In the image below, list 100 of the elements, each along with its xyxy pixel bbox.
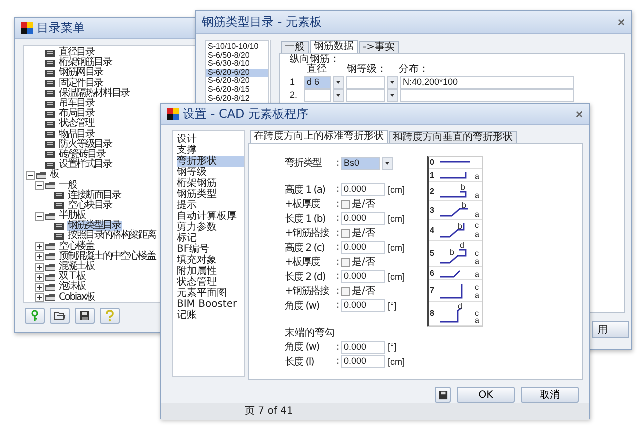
category-item[interactable]: 自动计算板厚 — [177, 211, 244, 222]
field-label: +板厚度 — [285, 198, 322, 212]
tree-item[interactable]: 设置样式目录 — [58, 160, 113, 170]
list-item[interactable]: S-6/50-8/20 — [206, 52, 268, 60]
ok-button[interactable]: OK — [457, 387, 515, 403]
list-item[interactable]: S-6/30-8/10 — [206, 60, 268, 69]
tab[interactable]: 一般 — [281, 41, 309, 53]
expand-icon[interactable] — [35, 252, 44, 262]
book-icon — [45, 140, 56, 150]
tree-item[interactable]: 泡沫板 — [58, 282, 86, 292]
expand-icon[interactable] — [35, 242, 44, 252]
category-item[interactable]: 设计 — [177, 134, 244, 145]
checkbox-label: 是/否 — [352, 198, 376, 212]
category-item[interactable]: 桁架钢筋 — [177, 178, 244, 189]
tree-item[interactable]: 砖/瓷砖目录 — [58, 150, 106, 160]
folder-icon — [45, 212, 56, 221]
close-icon[interactable] — [618, 18, 625, 26]
tree-item[interactable]: 空心块目录 — [67, 200, 114, 211]
list-item[interactable]: S-6/20-8/12 — [206, 94, 268, 104]
checkbox[interactable] — [341, 286, 350, 296]
tab[interactable]: 钢筋数据 — [310, 40, 358, 53]
tree-item[interactable]: 板 — [49, 170, 60, 180]
tree-item[interactable]: 连接断面目录 — [67, 190, 122, 201]
tab[interactable]: 和跨度方向垂直的弯折形状 — [389, 131, 517, 143]
cancel-button[interactable]: 取消 — [521, 387, 579, 403]
list-item[interactable]: S-6/20-8/20 — [206, 77, 268, 86]
column-header: 分布： — [399, 65, 429, 75]
save-button[interactable] — [75, 308, 95, 324]
list-item[interactable]: S-6/20-8/15 — [206, 86, 268, 95]
open-button[interactable] — [50, 308, 70, 324]
tree-item[interactable]: 空心楼盖 — [58, 242, 96, 252]
number-field[interactable]: 0.000 — [341, 355, 385, 368]
expand-icon[interactable] — [35, 293, 44, 302]
tree-item[interactable]: 吊车目录 — [58, 99, 96, 110]
tree-item[interactable]: 按照目录的格构梁距离 — [67, 231, 158, 242]
category-item[interactable]: BF编号 — [177, 244, 244, 255]
key-button[interactable] — [25, 308, 45, 324]
tree-item[interactable]: 钢筋网目录 — [58, 68, 104, 78]
list-item[interactable]: S-6/20-6/20 — [206, 68, 268, 78]
unit-label: [°] — [388, 342, 397, 352]
expand-icon[interactable] — [35, 262, 44, 272]
collapse-icon[interactable] — [35, 181, 44, 190]
separator: : — [335, 198, 341, 210]
tab[interactable]: ->事实 — [359, 41, 399, 53]
book-icon — [45, 48, 56, 58]
book-icon — [45, 130, 56, 140]
category-item[interactable]: 钢等级 — [177, 167, 244, 178]
checkbox[interactable] — [341, 258, 350, 267]
unit-label: [cm] — [388, 184, 405, 195]
category-item[interactable]: 弯折形状 — [177, 156, 244, 167]
expand-icon[interactable] — [35, 272, 44, 282]
number-field[interactable]: 0.000 — [341, 270, 385, 284]
category-item[interactable]: 状态管理 — [177, 277, 244, 288]
number-field[interactable]: 0.000 — [341, 212, 385, 226]
category-item[interactable]: 支撑 — [177, 145, 244, 156]
expand-icon[interactable] — [35, 282, 44, 292]
book-icon — [45, 100, 56, 109]
tree-item[interactable]: 一般 — [58, 180, 78, 191]
category-item[interactable]: 元素平面图 — [177, 288, 244, 299]
category-item[interactable]: 提示 — [177, 200, 244, 211]
tree-item[interactable]: 状态管理 — [58, 119, 96, 130]
tree-item[interactable]: 半肋板 — [58, 211, 86, 222]
bend-shape-drawing — [440, 284, 463, 299]
category-item[interactable]: BIM Booster — [177, 299, 244, 310]
shape-number: 1 — [429, 170, 436, 180]
checkbox[interactable] — [341, 228, 350, 238]
field-label: 角度 (w) — [285, 300, 320, 313]
checkbox[interactable] — [341, 200, 350, 209]
field-label: 长度 2 (d) — [285, 270, 326, 284]
separator: : — [335, 213, 341, 224]
tree-item[interactable]: Cobiax板 — [58, 292, 96, 303]
tree-item[interactable]: 固定件目录 — [58, 78, 104, 89]
category-item[interactable]: 记账 — [177, 310, 244, 321]
apply-button[interactable]: 用 — [592, 321, 629, 338]
list-item[interactable]: S-10/10-10/10 — [206, 43, 268, 52]
number-field[interactable]: 0.000 — [341, 340, 385, 354]
bend-shape-drawing — [440, 223, 465, 238]
number-field[interactable]: 0.000 — [341, 183, 385, 196]
tree-item[interactable]: 桁架钢筋目录 — [58, 58, 113, 68]
save-button[interactable] — [435, 387, 451, 403]
collapse-icon[interactable] — [26, 170, 35, 180]
distribution-field[interactable] — [400, 88, 574, 102]
tree-item[interactable]: 预制混凝土的中空心楼盖 — [58, 252, 157, 262]
tree-item[interactable]: 保温隔热材料目录 — [58, 88, 130, 99]
tab[interactable]: 在跨度方向上的标准弯折形状 — [250, 130, 388, 143]
collapse-icon[interactable] — [35, 212, 44, 221]
close-icon[interactable] — [576, 110, 583, 118]
field-label: 长度 1 (b) — [285, 212, 326, 226]
bend-shape-drawing — [440, 307, 462, 323]
category-item[interactable]: 剪力参数 — [177, 222, 244, 233]
category-item[interactable]: 填充对象 — [177, 255, 244, 266]
tree-item[interactable]: 物品目录 — [58, 130, 96, 140]
number-field[interactable]: 0.000 — [341, 299, 385, 312]
tree-item[interactable]: 防火等级目录 — [58, 140, 113, 150]
category-item[interactable]: 钢筋类型 — [177, 189, 244, 200]
bend-shape-drawing — [440, 208, 468, 217]
category-item[interactable]: 附加属性 — [177, 266, 244, 277]
distribution-field[interactable]: N:40,200*100 — [400, 76, 574, 88]
category-item[interactable]: 标记 — [177, 233, 244, 244]
number-field[interactable]: 0.000 — [341, 241, 385, 254]
